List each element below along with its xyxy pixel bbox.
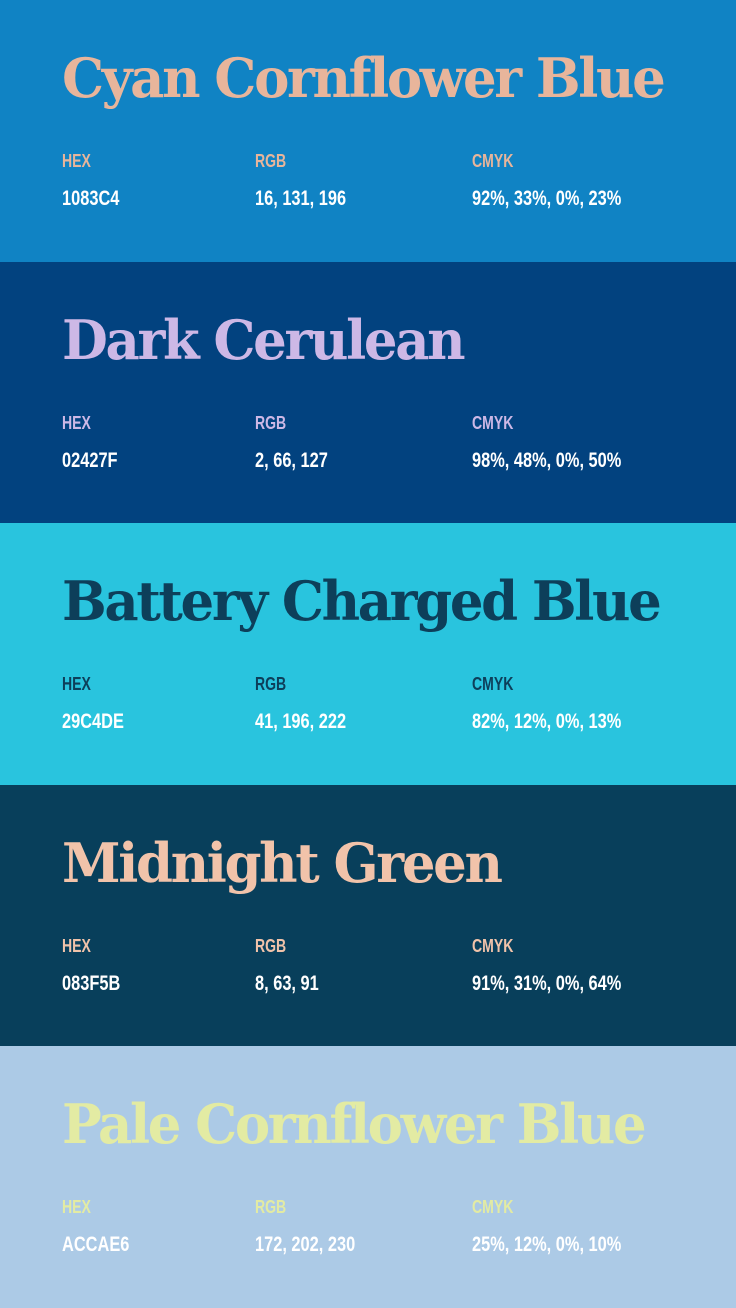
- rgb-value: 16, 131, 196: [255, 187, 347, 210]
- color-swatch-dark-cerulean: Dark Cerulean HEX 02427F RGB 2, 66, 127 …: [0, 261, 736, 524]
- cmyk-label: CMYK: [472, 1197, 514, 1218]
- rgb-value: 8, 63, 91: [255, 971, 319, 995]
- rgb-value: 2, 66, 127: [255, 448, 328, 472]
- cmyk-value: 91%, 31%, 0%, 64%: [472, 971, 622, 995]
- hex-label: HEX: [62, 412, 91, 433]
- cmyk-field: CMYK 25%, 12%, 0%, 10%: [472, 1192, 663, 1260]
- rgb-field: RGB 41, 196, 222: [255, 669, 372, 737]
- hex-value: 29C4DE: [62, 710, 124, 734]
- cmyk-label: CMYK: [472, 935, 514, 956]
- color-name: Cyan Cornflower Blue: [62, 46, 666, 110]
- hex-label: HEX: [62, 1197, 91, 1218]
- hex-value: 083F5B: [62, 971, 121, 995]
- cmyk-field: CMYK 82%, 12%, 0%, 13%: [472, 669, 663, 737]
- rgb-label: RGB: [255, 1197, 287, 1218]
- color-name: Battery Charged Blue: [62, 569, 662, 634]
- cmyk-label: CMYK: [472, 674, 514, 695]
- color-swatch-battery-charged-blue: Battery Charged Blue HEX 29C4DE RGB 41, …: [0, 523, 736, 785]
- color-name: Pale Cornflower Blue: [62, 1092, 647, 1157]
- hex-field: HEX 083F5B: [62, 931, 137, 999]
- hex-label: HEX: [62, 151, 91, 171]
- cmyk-value: 25%, 12%, 0%, 10%: [472, 1233, 622, 1257]
- hex-field: HEX 29C4DE: [62, 669, 141, 737]
- cmyk-label: CMYK: [472, 412, 514, 433]
- hex-label: HEX: [62, 674, 91, 695]
- color-swatch-cyan-cornflower-blue: Cyan Cornflower Blue HEX 1083C4 RGB 16, …: [0, 0, 736, 262]
- color-name: Midnight Green: [62, 830, 503, 895]
- color-swatch-pale-cornflower-blue: Pale Cornflower Blue HEX ACCAE6 RGB 172,…: [0, 1046, 736, 1308]
- cmyk-field: CMYK 98%, 48%, 0%, 50%: [472, 408, 663, 476]
- rgb-label: RGB: [255, 412, 287, 433]
- rgb-label: RGB: [255, 151, 287, 171]
- hex-value: 1083C4: [62, 187, 120, 210]
- rgb-value: 41, 196, 222: [255, 710, 347, 734]
- color-swatch-midnight-green: Midnight Green HEX 083F5B RGB 8, 63, 91 …: [0, 784, 736, 1047]
- rgb-label: RGB: [255, 674, 287, 695]
- color-name: Dark Cerulean: [62, 307, 466, 372]
- hex-field: HEX 02427F: [62, 408, 133, 476]
- hex-value: 02427F: [62, 448, 118, 472]
- cmyk-label: CMYK: [472, 151, 514, 171]
- rgb-value: 172, 202, 230: [255, 1233, 356, 1257]
- hex-value: ACCAE6: [62, 1233, 130, 1257]
- rgb-field: RGB 16, 131, 196: [255, 146, 372, 214]
- hex-field: HEX 1083C4: [62, 146, 136, 214]
- hex-label: HEX: [62, 935, 91, 956]
- cmyk-value: 82%, 12%, 0%, 13%: [472, 710, 622, 734]
- cmyk-field: CMYK 92%, 33%, 0%, 23%: [472, 146, 663, 214]
- cmyk-value: 98%, 48%, 0%, 50%: [472, 448, 622, 472]
- hex-field: HEX ACCAE6: [62, 1192, 148, 1260]
- rgb-field: RGB 8, 63, 91: [255, 931, 337, 999]
- color-palette: Cyan Cornflower Blue HEX 1083C4 RGB 16, …: [0, 0, 736, 1308]
- cmyk-field: CMYK 91%, 31%, 0%, 64%: [472, 931, 663, 999]
- rgb-label: RGB: [255, 935, 287, 956]
- rgb-field: RGB 172, 202, 230: [255, 1192, 383, 1260]
- cmyk-value: 92%, 33%, 0%, 23%: [472, 187, 622, 210]
- rgb-field: RGB 2, 66, 127: [255, 408, 348, 476]
